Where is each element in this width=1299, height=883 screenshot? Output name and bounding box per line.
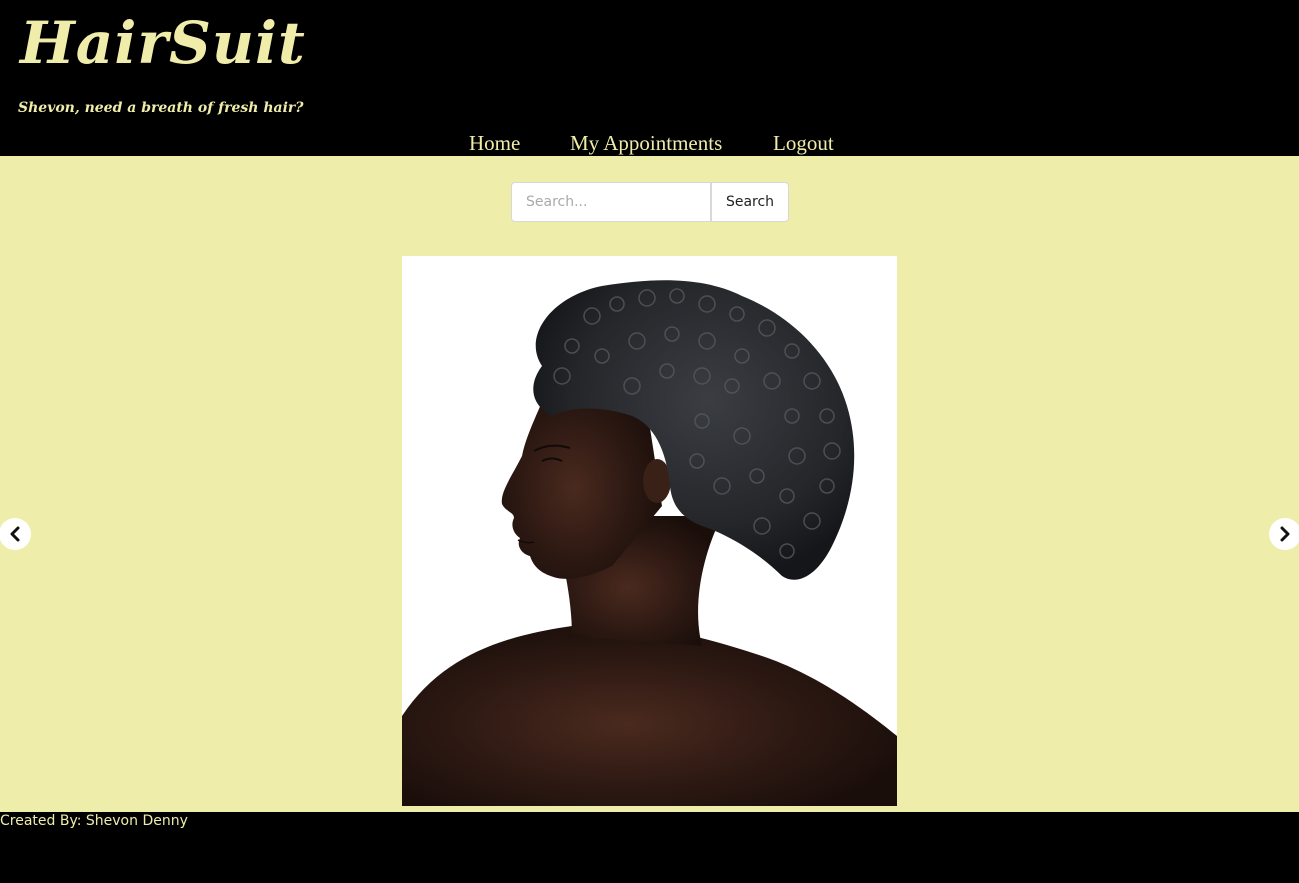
nav-my-appointments-link[interactable]: My Appointments [570,130,722,156]
chevron-left-icon [10,526,20,542]
tagline: Shevon, need a breath of fresh hair? [18,100,304,116]
main-nav: Home My Appointments Logout [0,130,1299,156]
footer-credit: Created By: Shevon Denny [0,813,188,829]
hairstyle-photo [402,256,897,806]
site-footer: Created By: Shevon Denny [0,812,1299,883]
search-input[interactable] [511,182,711,222]
chevron-right-icon [1280,526,1290,542]
carousel-prev-button[interactable] [0,518,31,550]
carousel-image [402,256,897,806]
nav-logout-link[interactable]: Logout [773,130,834,156]
search-button[interactable]: Search [711,182,789,222]
site-header: HairSuit Shevon, need a breath of fresh … [0,0,1299,156]
site-logo[interactable]: HairSuit [20,14,306,72]
carousel-next-button[interactable] [1269,518,1299,550]
nav-home-link[interactable]: Home [469,130,520,156]
main-content: Search [0,156,1299,812]
